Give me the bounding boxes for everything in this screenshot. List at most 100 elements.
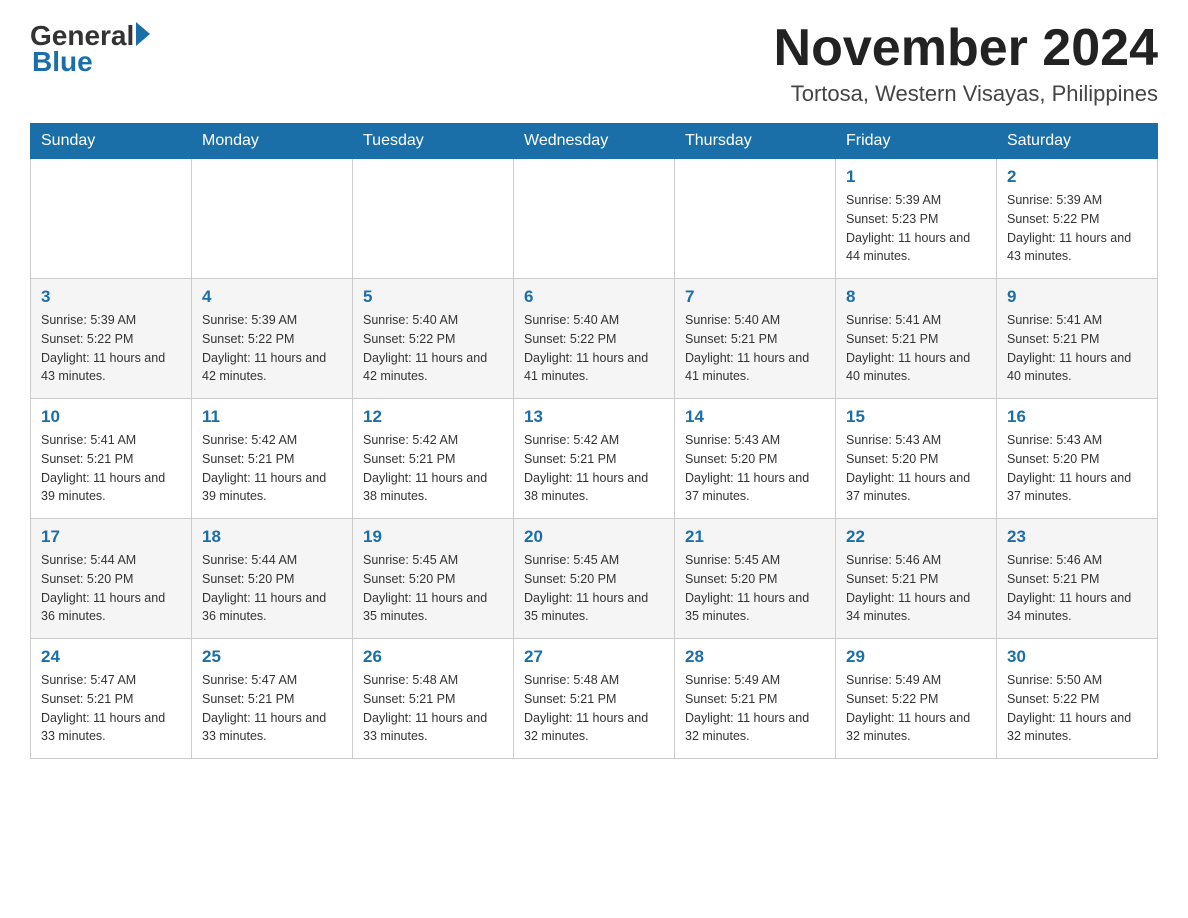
logo: General Blue: [30, 20, 150, 78]
day-info: Sunrise: 5:49 AM Sunset: 5:21 PM Dayligh…: [685, 671, 825, 746]
logo-blue-label: Blue: [32, 46, 93, 78]
logo-arrow-icon: [136, 22, 150, 46]
header-monday: Monday: [192, 124, 353, 159]
day-number: 11: [202, 407, 342, 427]
day-info: Sunrise: 5:44 AM Sunset: 5:20 PM Dayligh…: [41, 551, 181, 626]
day-info: Sunrise: 5:46 AM Sunset: 5:21 PM Dayligh…: [1007, 551, 1147, 626]
calendar-row-4: 24 Sunrise: 5:47 AM Sunset: 5:21 PM Dayli…: [31, 639, 1158, 759]
header: General Blue November 2024 Tortosa, West…: [30, 20, 1158, 107]
calendar-row-1: 3 Sunrise: 5:39 AM Sunset: 5:22 PM Daylig…: [31, 279, 1158, 399]
header-wednesday: Wednesday: [514, 124, 675, 159]
day-number: 15: [846, 407, 986, 427]
table-row: 28Sunrise: 5:49 AM Sunset: 5:21 PM Dayli…: [675, 639, 836, 759]
table-row: [31, 159, 192, 279]
calendar-row-2: 10Sunrise: 5:41 AM Sunset: 5:21 PM Dayli…: [31, 399, 1158, 519]
header-friday: Friday: [836, 124, 997, 159]
day-number: 1: [846, 167, 986, 187]
day-info: Sunrise: 5:40 AM Sunset: 5:21 PM Dayligh…: [685, 311, 825, 386]
calendar-table: Sunday Monday Tuesday Wednesday Thursday…: [30, 123, 1158, 759]
table-row: 19Sunrise: 5:45 AM Sunset: 5:20 PM Dayli…: [353, 519, 514, 639]
day-number: 17: [41, 527, 181, 547]
day-info: Sunrise: 5:43 AM Sunset: 5:20 PM Dayligh…: [1007, 431, 1147, 506]
table-row: 20Sunrise: 5:45 AM Sunset: 5:20 PM Dayli…: [514, 519, 675, 639]
table-row: [192, 159, 353, 279]
day-number: 27: [524, 647, 664, 667]
table-row: 10Sunrise: 5:41 AM Sunset: 5:21 PM Dayli…: [31, 399, 192, 519]
day-number: 2: [1007, 167, 1147, 187]
location-title: Tortosa, Western Visayas, Philippines: [774, 81, 1158, 107]
table-row: 4Sunrise: 5:39 AM Sunset: 5:22 PM Daylig…: [192, 279, 353, 399]
table-row: 29 Sunrise: 5:49 AM Sunset: 5:22 PM Dayli…: [836, 639, 997, 759]
month-title: November 2024: [774, 20, 1158, 77]
day-info: Sunrise: 5:50 AM Sunset: 5:22 PM Dayligh…: [1007, 671, 1147, 746]
day-number: 24: [41, 647, 181, 667]
table-row: 8 Sunrise: 5:41 AM Sunset: 5:21 PM Daylig…: [836, 279, 997, 399]
table-row: 30 Sunrise: 5:50 AM Sunset: 5:22 PM Dayli…: [997, 639, 1158, 759]
day-number: 25: [202, 647, 342, 667]
day-info: Sunrise: 5:47 AM Sunset: 5:21 PM Dayligh…: [202, 671, 342, 746]
table-row: 27 Sunrise: 5:48 AM Sunset: 5:21 PM Dayli…: [514, 639, 675, 759]
day-info: Sunrise: 5:41 AM Sunset: 5:21 PM Dayligh…: [846, 311, 986, 386]
day-info: Sunrise: 5:39 AM Sunset: 5:22 PM Dayligh…: [41, 311, 181, 386]
day-number: 18: [202, 527, 342, 547]
header-saturday: Saturday: [997, 124, 1158, 159]
day-number: 14: [685, 407, 825, 427]
table-row: 18 Sunrise: 5:44 AM Sunset: 5:20 PM Dayli…: [192, 519, 353, 639]
header-tuesday: Tuesday: [353, 124, 514, 159]
table-row: [514, 159, 675, 279]
table-row: [675, 159, 836, 279]
day-info: Sunrise: 5:45 AM Sunset: 5:20 PM Dayligh…: [685, 551, 825, 626]
table-row: 12 Sunrise: 5:42 AM Sunset: 5:21 PM Dayli…: [353, 399, 514, 519]
table-row: 2 Sunrise: 5:39 AM Sunset: 5:22 PM Daylig…: [997, 159, 1158, 279]
table-row: 16Sunrise: 5:43 AM Sunset: 5:20 PM Dayli…: [997, 399, 1158, 519]
day-number: 29: [846, 647, 986, 667]
day-number: 13: [524, 407, 664, 427]
day-number: 12: [363, 407, 503, 427]
table-row: 17 Sunrise: 5:44 AM Sunset: 5:20 PM Dayli…: [31, 519, 192, 639]
day-number: 20: [524, 527, 664, 547]
table-row: [353, 159, 514, 279]
table-row: 24 Sunrise: 5:47 AM Sunset: 5:21 PM Dayli…: [31, 639, 192, 759]
day-number: 6: [524, 287, 664, 307]
table-row: 13 Sunrise: 5:42 AM Sunset: 5:21 PM Dayli…: [514, 399, 675, 519]
day-info: Sunrise: 5:49 AM Sunset: 5:22 PM Dayligh…: [846, 671, 986, 746]
table-row: 3 Sunrise: 5:39 AM Sunset: 5:22 PM Daylig…: [31, 279, 192, 399]
table-row: 25 Sunrise: 5:47 AM Sunset: 5:21 PM Dayli…: [192, 639, 353, 759]
day-info: Sunrise: 5:46 AM Sunset: 5:21 PM Dayligh…: [846, 551, 986, 626]
day-number: 8: [846, 287, 986, 307]
calendar-row-3: 17 Sunrise: 5:44 AM Sunset: 5:20 PM Dayli…: [31, 519, 1158, 639]
table-row: 22 Sunrise: 5:46 AM Sunset: 5:21 PM Dayli…: [836, 519, 997, 639]
header-sunday: Sunday: [31, 124, 192, 159]
day-info: Sunrise: 5:39 AM Sunset: 5:22 PM Dayligh…: [1007, 191, 1147, 266]
day-info: Sunrise: 5:47 AM Sunset: 5:21 PM Dayligh…: [41, 671, 181, 746]
day-info: Sunrise: 5:42 AM Sunset: 5:21 PM Dayligh…: [524, 431, 664, 506]
day-info: Sunrise: 5:39 AM Sunset: 5:22 PM Dayligh…: [202, 311, 342, 386]
title-area: November 2024 Tortosa, Western Visayas, …: [774, 20, 1158, 107]
day-number: 7: [685, 287, 825, 307]
day-info: Sunrise: 5:40 AM Sunset: 5:22 PM Dayligh…: [524, 311, 664, 386]
day-number: 21: [685, 527, 825, 547]
day-info: Sunrise: 5:40 AM Sunset: 5:22 PM Dayligh…: [363, 311, 503, 386]
table-row: 9Sunrise: 5:41 AM Sunset: 5:21 PM Daylig…: [997, 279, 1158, 399]
day-number: 22: [846, 527, 986, 547]
day-info: Sunrise: 5:44 AM Sunset: 5:20 PM Dayligh…: [202, 551, 342, 626]
day-number: 19: [363, 527, 503, 547]
table-row: 5 Sunrise: 5:40 AM Sunset: 5:22 PM Daylig…: [353, 279, 514, 399]
table-row: 23 Sunrise: 5:46 AM Sunset: 5:21 PM Dayli…: [997, 519, 1158, 639]
weekday-header-row: Sunday Monday Tuesday Wednesday Thursday…: [31, 124, 1158, 159]
calendar-row-0: 1Sunrise: 5:39 AM Sunset: 5:23 PM Daylig…: [31, 159, 1158, 279]
day-info: Sunrise: 5:41 AM Sunset: 5:21 PM Dayligh…: [1007, 311, 1147, 386]
day-number: 23: [1007, 527, 1147, 547]
day-number: 5: [363, 287, 503, 307]
day-info: Sunrise: 5:48 AM Sunset: 5:21 PM Dayligh…: [363, 671, 503, 746]
day-info: Sunrise: 5:43 AM Sunset: 5:20 PM Dayligh…: [685, 431, 825, 506]
header-thursday: Thursday: [675, 124, 836, 159]
day-number: 3: [41, 287, 181, 307]
table-row: 11Sunrise: 5:42 AM Sunset: 5:21 PM Dayli…: [192, 399, 353, 519]
table-row: 15Sunrise: 5:43 AM Sunset: 5:20 PM Dayli…: [836, 399, 997, 519]
day-info: Sunrise: 5:48 AM Sunset: 5:21 PM Dayligh…: [524, 671, 664, 746]
table-row: 6 Sunrise: 5:40 AM Sunset: 5:22 PM Daylig…: [514, 279, 675, 399]
table-row: 26Sunrise: 5:48 AM Sunset: 5:21 PM Dayli…: [353, 639, 514, 759]
day-info: Sunrise: 5:42 AM Sunset: 5:21 PM Dayligh…: [363, 431, 503, 506]
day-number: 30: [1007, 647, 1147, 667]
